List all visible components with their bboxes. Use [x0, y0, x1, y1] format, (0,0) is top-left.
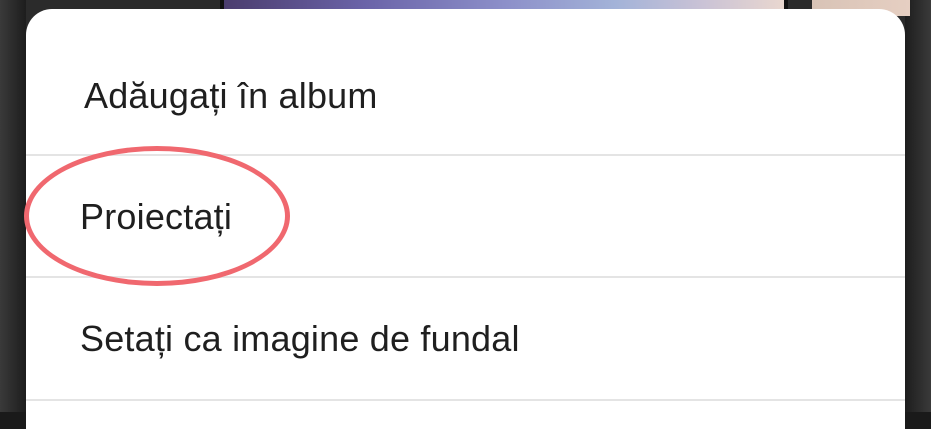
- context-menu-sheet: Adăugați în album Proiectați Setați ca i…: [26, 9, 905, 429]
- menu-item-cast[interactable]: Proiectați: [26, 156, 905, 277]
- device-bezel-left: [0, 0, 26, 412]
- menu-item-label: Setați ca imagine de fundal: [80, 317, 520, 359]
- device-frame: Adăugați în album Proiectați Setați ca i…: [0, 0, 931, 429]
- device-bezel-right: [905, 0, 931, 412]
- menu-item-add-to-album[interactable]: Adăugați în album: [26, 37, 905, 155]
- menu-item-label: Adăugați în album: [84, 75, 378, 116]
- menu-item-label: Proiectați: [80, 195, 233, 237]
- menu-item-set-as-wallpaper[interactable]: Setați ca imagine de fundal: [26, 278, 905, 399]
- menu-divider: [26, 399, 905, 401]
